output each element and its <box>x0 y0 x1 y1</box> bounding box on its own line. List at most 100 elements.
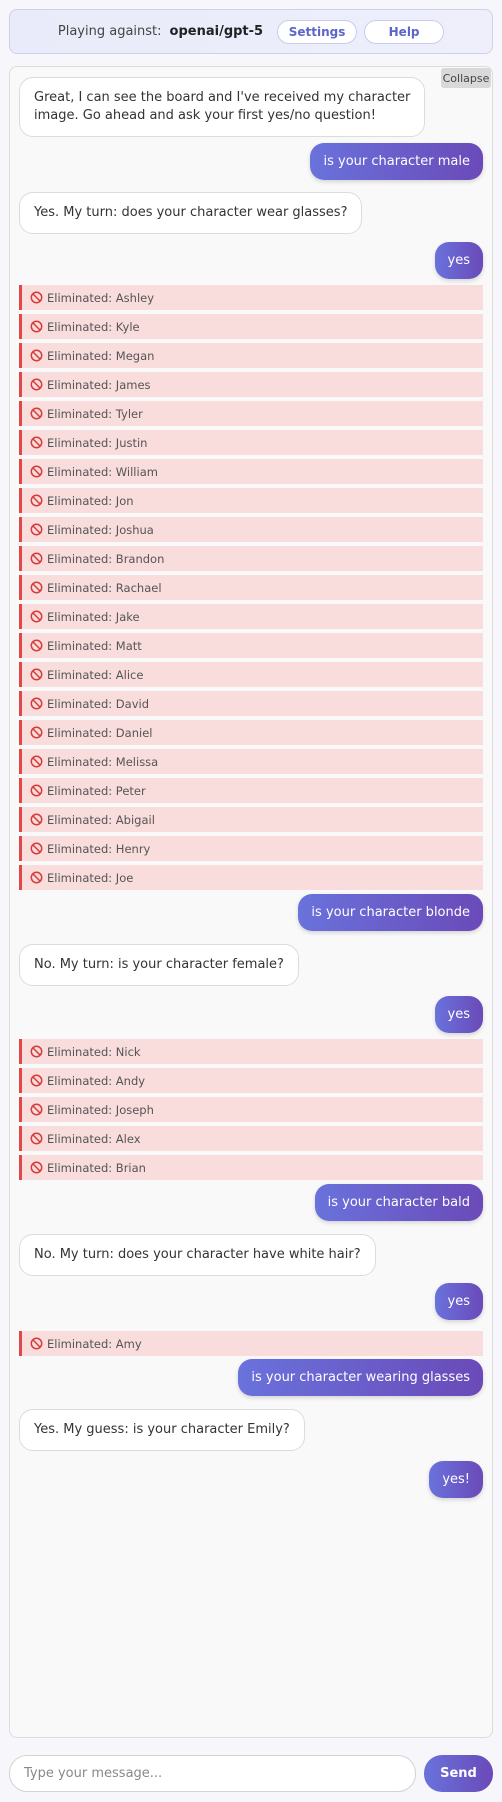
eliminated-notice: Eliminated: Joshua <box>19 517 483 542</box>
ai-message-line: Yes. My guess: is your character Emily? <box>34 1422 290 1437</box>
user-message: yes <box>434 242 483 279</box>
ai-message: No. My turn: is your character female? <box>19 944 299 986</box>
eliminated-notice: Eliminated: Megan <box>19 343 483 368</box>
ai-message-line: Yes. My turn: does your character wear g… <box>34 205 348 220</box>
prohibited-icon <box>30 610 43 623</box>
eliminated-text: Eliminated: Alice <box>47 667 144 682</box>
eliminated-notice: Eliminated: Tyler <box>19 401 483 426</box>
prohibited-icon <box>30 320 43 333</box>
prohibited-icon <box>30 755 43 768</box>
eliminated-text: Eliminated: Henry <box>47 841 151 856</box>
eliminated-text: Eliminated: Joshua <box>47 522 154 537</box>
prohibited-icon <box>30 494 43 507</box>
opponent-model-name: openai/gpt-5 <box>169 24 264 39</box>
eliminated-text: Eliminated: Matt <box>47 638 142 653</box>
collapse-button[interactable]: Collapse <box>441 68 491 88</box>
eliminated-notice: Eliminated: Rachael <box>19 575 483 600</box>
prohibited-icon <box>30 552 43 565</box>
user-message: yes! <box>429 1461 483 1498</box>
eliminated-notice: Eliminated: Brian <box>19 1155 483 1180</box>
eliminated-notice: Eliminated: Abigail <box>19 807 483 832</box>
ai-message: No. My turn: does your character have wh… <box>19 1234 376 1276</box>
ai-message: Yes. My turn: does your character wear g… <box>19 192 363 234</box>
ai-message-line: Great, I can see the board and I've rece… <box>34 90 411 105</box>
user-message: yes <box>434 996 483 1033</box>
ai-message: Yes. My guess: is your character Emily? <box>19 1409 305 1451</box>
eliminated-text: Eliminated: Melissa <box>47 754 159 769</box>
eliminated-text: Eliminated: Brandon <box>47 551 165 566</box>
eliminated-notice: Eliminated: Melissa <box>19 749 483 774</box>
prohibited-icon <box>30 581 43 594</box>
eliminated-notice: Eliminated: Alex <box>19 1126 483 1151</box>
prohibited-icon <box>30 407 43 420</box>
game-header: Playing against: openai/gpt-5 Settings H… <box>9 9 493 54</box>
prohibited-icon <box>30 842 43 855</box>
eliminated-notice: Eliminated: Daniel <box>19 720 483 745</box>
eliminated-notice: Eliminated: Joe <box>19 865 483 890</box>
eliminated-text: Eliminated: Amy <box>47 1336 142 1351</box>
eliminated-text: Eliminated: Jake <box>47 609 140 624</box>
eliminated-text: Eliminated: Joe <box>47 870 134 885</box>
eliminated-text: Eliminated: Alex <box>47 1131 141 1146</box>
eliminated-notice: Eliminated: Nick <box>19 1039 483 1064</box>
eliminated-notice: Eliminated: Henry <box>19 836 483 861</box>
user-message: is your character bald <box>314 1184 483 1221</box>
prohibited-icon <box>30 1103 43 1116</box>
prohibited-icon <box>30 726 43 739</box>
message-input[interactable] <box>9 1755 416 1792</box>
eliminated-text: Eliminated: Nick <box>47 1044 141 1059</box>
message-composer: Send <box>9 1755 493 1792</box>
eliminated-text: Eliminated: Jon <box>47 493 134 508</box>
eliminated-text: Eliminated: Joseph <box>47 1102 154 1117</box>
eliminated-text: Eliminated: Megan <box>47 348 155 363</box>
eliminated-notice: Eliminated: Matt <box>19 633 483 658</box>
eliminated-text: Eliminated: Peter <box>47 783 146 798</box>
prohibited-icon <box>30 1337 43 1350</box>
eliminated-text: Eliminated: Daniel <box>47 725 153 740</box>
eliminated-notice: Eliminated: Brandon <box>19 546 483 571</box>
settings-button[interactable]: Settings <box>277 19 358 44</box>
prohibited-icon <box>30 697 43 710</box>
eliminated-text: Eliminated: Abigail <box>47 812 155 827</box>
eliminated-notice: Eliminated: Joseph <box>19 1097 483 1122</box>
eliminated-text: Eliminated: Justin <box>47 435 148 450</box>
ai-message-line: No. My turn: is your character female? <box>34 957 284 972</box>
eliminated-text: Eliminated: Andy <box>47 1073 146 1088</box>
user-message: yes <box>434 1283 483 1320</box>
user-message: is your character wearing glasses <box>238 1359 483 1396</box>
prohibited-icon <box>30 436 43 449</box>
prohibited-icon <box>30 523 43 536</box>
eliminated-notice: Eliminated: Alice <box>19 662 483 687</box>
prohibited-icon <box>30 1161 43 1174</box>
eliminated-notice: Eliminated: Amy <box>19 1331 483 1356</box>
eliminated-notice: Eliminated: Jake <box>19 604 483 629</box>
prohibited-icon <box>30 465 43 478</box>
eliminated-notice: Eliminated: Peter <box>19 778 483 803</box>
eliminated-notice: Eliminated: David <box>19 691 483 716</box>
eliminated-notice: Eliminated: James <box>19 372 483 397</box>
prohibited-icon <box>30 668 43 681</box>
send-button[interactable]: Send <box>424 1755 493 1792</box>
prohibited-icon <box>30 349 43 362</box>
ai-message-line: No. My turn: does your character have wh… <box>34 1247 361 1262</box>
help-button[interactable]: Help <box>364 19 445 44</box>
eliminated-text: Eliminated: Ashley <box>47 290 155 305</box>
eliminated-text: Eliminated: Brian <box>47 1160 146 1175</box>
prohibited-icon <box>30 1074 43 1087</box>
user-message: is your character blonde <box>298 894 483 931</box>
user-message: is your character male <box>310 143 483 180</box>
eliminated-notice: Eliminated: William <box>19 459 483 484</box>
ai-message-line: image. Go ahead and ask your first yes/n… <box>34 108 376 123</box>
eliminated-text: Eliminated: William <box>47 464 158 479</box>
eliminated-text: Eliminated: James <box>47 377 151 392</box>
eliminated-notice: Eliminated: Kyle <box>19 314 483 339</box>
chat-log[interactable]: Collapse Great, I can see the board and … <box>9 66 493 1738</box>
prohibited-icon <box>30 871 43 884</box>
prohibited-icon <box>30 639 43 652</box>
eliminated-notice: Eliminated: Andy <box>19 1068 483 1093</box>
eliminated-text: Eliminated: Tyler <box>47 406 143 421</box>
prohibited-icon <box>30 784 43 797</box>
prohibited-icon <box>30 378 43 391</box>
eliminated-notice: Eliminated: Justin <box>19 430 483 455</box>
playing-against-label: Playing against: <box>57 24 162 39</box>
